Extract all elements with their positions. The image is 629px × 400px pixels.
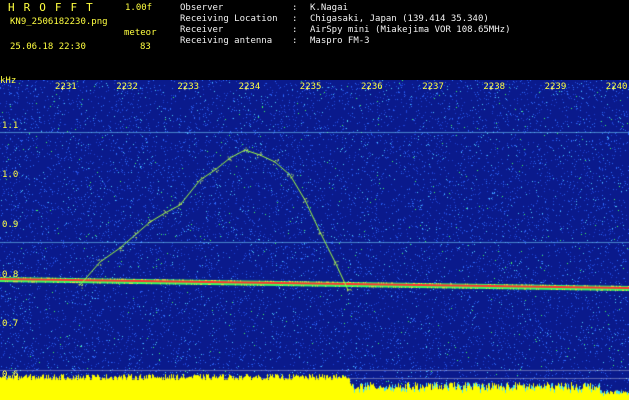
- y-tick-label: 0.9: [2, 220, 19, 230]
- y-tick-label: 1.1: [2, 121, 19, 131]
- meteor-count: 83: [140, 42, 151, 52]
- y-tick-label: 1.0: [2, 170, 19, 180]
- station-key: Receiving Location: [180, 14, 278, 24]
- y-tick-label: 0.8: [2, 270, 19, 280]
- station-key: Receiver: [180, 25, 224, 35]
- x-tick-label: 2235: [299, 82, 322, 92]
- station-key: Observer: [180, 3, 224, 13]
- station-sep: :: [292, 36, 298, 46]
- station-sep: :: [292, 25, 298, 35]
- x-tick-label: 2236: [361, 82, 383, 92]
- app-title: HROFFT: [8, 1, 102, 14]
- station-sep: :: [292, 3, 298, 13]
- meteor-label: meteor: [124, 28, 157, 38]
- y-unit-label: kHz: [0, 76, 17, 86]
- station-value: Maspro FM-3: [310, 36, 370, 46]
- y-tick-label: 0.6: [2, 370, 19, 380]
- x-tick-label: 2231: [55, 82, 77, 92]
- station-value: Chigasaki, Japan (139.414 35.340): [310, 14, 489, 24]
- x-tick-label: 2239: [544, 82, 567, 92]
- x-tick-label: 2240: [605, 82, 628, 92]
- station-value: AirSpy mini (Miakejima VOR 108.65MHz): [310, 25, 511, 35]
- station-sep: :: [292, 14, 298, 24]
- y-tick-label: 0.7: [2, 319, 19, 329]
- station-key: Receiving antenna: [180, 36, 273, 46]
- x-tick-label: 2237: [422, 82, 444, 92]
- x-tick-label: 2234: [238, 82, 261, 92]
- station-value: K.Nagai: [310, 3, 348, 13]
- datetime-label: 25.06.18 22:30: [10, 42, 86, 52]
- spectrogram-canvas: [0, 80, 629, 400]
- x-tick-label: 2238: [483, 82, 506, 92]
- x-tick-label: 2233: [177, 82, 200, 92]
- header-panel: HROFFT 1.00f KN9_2506182230.png meteor 2…: [0, 0, 629, 80]
- filename-label: KN9_2506182230.png: [10, 17, 108, 27]
- x-tick-label: 2232: [116, 82, 138, 92]
- version-label: 1.00f: [125, 3, 153, 13]
